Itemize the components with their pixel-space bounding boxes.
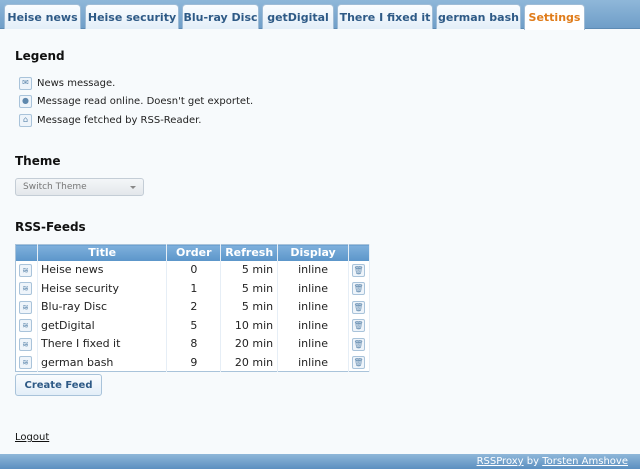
feed-display: inline <box>277 297 349 316</box>
footer: RSSProxy by Torsten Amshove <box>0 454 640 469</box>
rss-reader-icon: ⌂ <box>19 113 32 127</box>
table-header-row: Title Order Refresh Display <box>15 244 371 261</box>
rss-icon: ≋ <box>19 337 32 351</box>
feed-order: 8 <box>166 334 222 353</box>
rss-feeds-heading: RSS-Feeds <box>15 220 86 234</box>
rss-icon: ≋ <box>19 263 32 277</box>
table-row[interactable]: ≋ getDigital 5 10 min inline 🗑 <box>15 316 371 335</box>
create-feed-button[interactable]: Create Feed <box>15 374 102 396</box>
feed-display: inline <box>277 260 349 279</box>
feed-title: Blu-ray Disc <box>37 297 168 316</box>
feed-title: getDigital <box>37 316 168 335</box>
tab-there-i-fixed-it[interactable]: There I fixed it <box>337 4 433 29</box>
feed-order: 1 <box>166 279 222 298</box>
legend-text: News message. <box>37 77 116 89</box>
column-header-delete <box>348 244 371 261</box>
feed-display: inline <box>277 316 349 335</box>
table-row[interactable]: ≋ german bash 9 20 min inline 🗑 <box>15 353 371 372</box>
feed-refresh: 20 min <box>220 353 279 372</box>
feed-order: 0 <box>166 260 222 279</box>
tab-bar: Heise news Heise security Blu-ray Disc g… <box>0 0 640 30</box>
rss-icon: ≋ <box>19 355 32 369</box>
trash-icon[interactable]: 🗑 <box>351 355 365 369</box>
tab-getdigital[interactable]: getDigital <box>262 4 334 29</box>
tab-settings[interactable]: Settings <box>524 4 585 30</box>
feed-refresh: 10 min <box>220 316 279 335</box>
feed-display: inline <box>277 353 349 372</box>
legend-item-read-online: ● Message read online. Doesn't get expor… <box>19 94 253 108</box>
theme-heading: Theme <box>15 154 61 168</box>
table-row[interactable]: ≋ There I fixed it 8 20 min inline 🗑 <box>15 334 371 353</box>
feed-title: german bash <box>37 353 168 372</box>
feeds-table: Title Order Refresh Display ≋ Heise news… <box>15 244 371 372</box>
tab-german-bash[interactable]: german bash <box>436 4 521 29</box>
column-header-display[interactable]: Display <box>277 244 349 261</box>
feed-title: Heise news <box>37 260 168 279</box>
column-header-icon <box>15 244 38 261</box>
column-header-order[interactable]: Order <box>166 244 222 261</box>
column-header-title[interactable]: Title <box>37 244 168 261</box>
feed-title: There I fixed it <box>37 334 168 353</box>
table-row[interactable]: ≋ Heise news 0 5 min inline 🗑 <box>15 260 371 279</box>
author-link[interactable]: Torsten Amshove <box>542 456 628 467</box>
feed-order: 2 <box>166 297 222 316</box>
feed-order: 9 <box>166 353 222 372</box>
column-header-refresh[interactable]: Refresh <box>220 244 279 261</box>
feed-refresh: 5 min <box>220 260 279 279</box>
feed-display: inline <box>277 279 349 298</box>
theme-select-value: Switch Theme <box>23 182 87 192</box>
logout-link[interactable]: Logout <box>15 432 49 443</box>
rss-icon: ≋ <box>19 319 32 332</box>
feed-order: 5 <box>166 316 222 335</box>
trash-icon[interactable]: 🗑 <box>351 300 365 314</box>
feed-refresh: 5 min <box>220 297 279 316</box>
tab-blu-ray-disc[interactable]: Blu-ray Disc <box>182 4 259 29</box>
legend-item-rss-reader: ⌂ Message fetched by RSS-Reader. <box>19 113 201 127</box>
legend-text: Message read online. Doesn't get exporte… <box>37 95 254 107</box>
footer-by-text: by <box>523 456 543 467</box>
trash-icon[interactable]: 🗑 <box>351 319 365 332</box>
legend-heading: Legend <box>15 49 65 63</box>
feed-refresh: 5 min <box>220 279 279 298</box>
envelope-icon: ✉ <box>19 76 32 90</box>
trash-icon[interactable]: 🗑 <box>351 263 365 277</box>
feed-title: Heise security <box>37 279 168 298</box>
legend-item-news: ✉ News message. <box>19 76 115 90</box>
chevron-down-icon <box>130 186 136 189</box>
app-name-link[interactable]: RSSProxy <box>477 456 524 467</box>
read-online-icon: ● <box>19 94 32 108</box>
legend-text: Message fetched by RSS-Reader. <box>37 114 202 126</box>
trash-icon[interactable]: 🗑 <box>351 282 365 295</box>
theme-select[interactable]: Switch Theme <box>15 178 144 196</box>
tab-heise-security[interactable]: Heise security <box>85 4 179 29</box>
trash-icon[interactable]: 🗑 <box>351 337 365 351</box>
rss-icon: ≋ <box>19 282 32 295</box>
feed-refresh: 20 min <box>220 334 279 353</box>
table-row[interactable]: ≋ Blu-ray Disc 2 5 min inline 🗑 <box>15 297 371 316</box>
tab-heise-news[interactable]: Heise news <box>4 4 81 29</box>
feed-display: inline <box>277 334 349 353</box>
table-row[interactable]: ≋ Heise security 1 5 min inline 🗑 <box>15 279 371 298</box>
rss-icon: ≋ <box>19 300 32 314</box>
